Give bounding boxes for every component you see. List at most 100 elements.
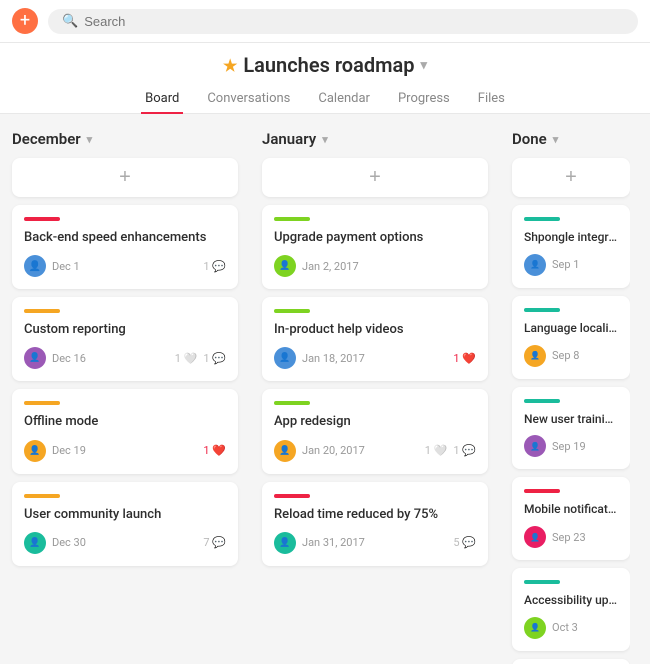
card-new-user-training: New user training 👤 Sep 19	[512, 387, 630, 470]
tab-bar: Board Conversations Calendar Progress Fi…	[0, 85, 650, 113]
avatar: 👤	[274, 255, 296, 277]
search-container: 🔍	[48, 9, 638, 34]
card-date: Sep 8	[552, 349, 579, 362]
comment-count: 1 💬	[203, 352, 226, 365]
card-tag	[274, 494, 310, 498]
card-date: Sep 1	[552, 258, 579, 271]
card-date: Jan 18, 2017	[302, 352, 365, 365]
title-dropdown-icon[interactable]: ▾	[420, 58, 427, 73]
column-january-arrow[interactable]: ▾	[322, 133, 328, 146]
card-tag	[24, 401, 60, 405]
tab-board[interactable]: Board	[141, 85, 183, 114]
card-tag	[274, 217, 310, 221]
column-done: Done ▾ + Shpongle integra… 👤 Sep 1 Langu…	[500, 130, 630, 664]
card-shpongle: Shpongle integra… 👤 Sep 1	[512, 205, 630, 288]
avatar: 👤	[524, 526, 546, 548]
comment-count: 1 💬	[453, 444, 476, 457]
card-title: Upgrade payment options	[274, 229, 476, 247]
card-tag	[524, 580, 560, 584]
column-december-arrow[interactable]: ▾	[87, 133, 93, 146]
column-december-title: December	[12, 130, 81, 148]
add-december-button[interactable]: +	[12, 158, 238, 197]
card-custom-reporting: Custom reporting 👤 Dec 16 1 🤍 1 💬	[12, 297, 238, 381]
card-tag	[524, 217, 560, 221]
avatar: 👤	[524, 254, 546, 276]
card-tag	[524, 489, 560, 493]
star-icon: ★	[223, 56, 237, 75]
column-january: January ▾ + Upgrade payment options 👤 Ja…	[250, 130, 500, 664]
card-title: In-product help videos	[274, 321, 476, 339]
card-title: Custom reporting	[24, 321, 226, 339]
search-input[interactable]	[84, 14, 624, 29]
card-language-local: Language localiza… 👤 Sep 8	[512, 296, 630, 379]
card-title: Accessibility upd…	[524, 592, 618, 609]
like-count: 1 🤍	[175, 352, 198, 365]
card-accessibility: Accessibility upd… 👤 Oct 3	[512, 568, 630, 651]
card-title: User community launch	[24, 506, 226, 524]
card-date: Jan 2, 2017	[302, 260, 359, 273]
avatar: 👤	[524, 435, 546, 457]
card-custom-account: Custom account… 👤	[512, 659, 630, 664]
card-app-redesign: App redesign 👤 Jan 20, 2017 1 🤍 1 💬	[262, 389, 488, 473]
tab-progress[interactable]: Progress	[394, 85, 454, 114]
avatar: 👤	[524, 345, 546, 367]
card-date: Sep 19	[552, 440, 586, 453]
tab-calendar[interactable]: Calendar	[314, 85, 374, 114]
add-january-button[interactable]: +	[262, 158, 488, 197]
avatar: 👤	[274, 532, 296, 554]
card-title: Reload time reduced by 75%	[274, 506, 476, 524]
card-tag	[24, 217, 60, 221]
card-tag	[524, 308, 560, 312]
card-date: Sep 23	[552, 531, 586, 544]
tab-files[interactable]: Files	[474, 85, 509, 114]
card-backend-speed: Back-end speed enhancements 👤 Dec 1 1 💬	[12, 205, 238, 289]
like-count: 1 ❤️	[203, 444, 226, 457]
card-tag	[274, 401, 310, 405]
tab-conversations[interactable]: Conversations	[203, 85, 294, 114]
card-offline-mode: Offline mode 👤 Dec 19 1 ❤️	[12, 389, 238, 473]
column-done-title: Done	[512, 130, 547, 148]
column-done-arrow[interactable]: ▾	[553, 133, 559, 146]
avatar: 👤	[524, 617, 546, 639]
card-date: Jan 31, 2017	[302, 536, 365, 549]
card-mobile-notif: Mobile notificatio… 👤 Sep 23	[512, 477, 630, 560]
card-tag	[274, 309, 310, 313]
search-icon: 🔍	[62, 14, 78, 29]
card-date: Dec 19	[52, 444, 86, 457]
card-date: Dec 30	[52, 536, 86, 549]
card-title: App redesign	[274, 413, 476, 431]
card-reload-time: Reload time reduced by 75% 👤 Jan 31, 201…	[262, 482, 488, 566]
comment-count: 7 💬	[203, 536, 226, 549]
card-date: Jan 20, 2017	[302, 444, 365, 457]
avatar: 👤	[274, 440, 296, 462]
card-tag	[24, 494, 60, 498]
avatar: 👤	[24, 347, 46, 369]
card-title: Language localiza…	[524, 320, 618, 337]
like-count: 1 🤍	[425, 444, 448, 457]
card-title: New user training	[524, 411, 618, 428]
card-date: Oct 3	[552, 621, 578, 634]
comment-count: 5 💬	[453, 536, 476, 549]
card-upgrade-payment: Upgrade payment options 👤 Jan 2, 2017	[262, 205, 488, 289]
project-header: ★ Launches roadmap ▾ Board Conversations…	[0, 43, 650, 114]
like-count: 1 ❤️	[453, 352, 476, 365]
avatar: 👤	[24, 532, 46, 554]
avatar: 👤	[274, 347, 296, 369]
avatar: 👤	[24, 255, 46, 277]
column-january-title: January	[262, 130, 316, 148]
card-tag	[24, 309, 60, 313]
add-done-button[interactable]: +	[512, 158, 630, 197]
card-user-community: User community launch 👤 Dec 30 7 💬	[12, 482, 238, 566]
column-december: December ▾ + Back-end speed enhancements…	[0, 130, 250, 664]
comment-count: 1 💬	[203, 260, 226, 273]
card-date: Dec 1	[52, 260, 80, 273]
card-title: Mobile notificatio…	[524, 501, 618, 518]
avatar: 👤	[24, 440, 46, 462]
card-help-videos: In-product help videos 👤 Jan 18, 2017 1 …	[262, 297, 488, 381]
card-title: Offline mode	[24, 413, 226, 431]
card-tag	[524, 399, 560, 403]
card-title: Back-end speed enhancements	[24, 229, 226, 247]
top-bar: + 🔍	[0, 0, 650, 43]
card-title: Shpongle integra…	[524, 229, 618, 246]
new-item-button[interactable]: +	[12, 8, 38, 34]
